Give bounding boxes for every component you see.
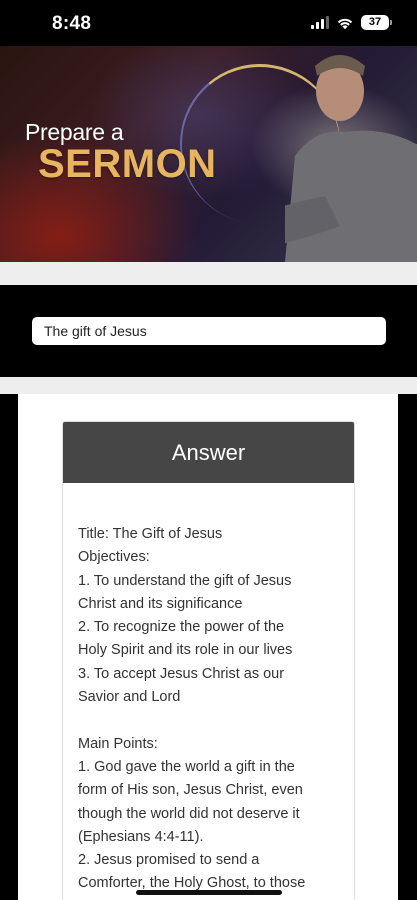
answer-line: though the world did not deserve it <box>78 805 300 822</box>
answer-line: Holy Spirit and its role in our lives <box>78 642 293 659</box>
status-icons: 37 <box>311 15 392 30</box>
answer-card: Answer Title: The Gift of Jesus Objectiv… <box>62 421 355 900</box>
speaker-silhouette <box>285 55 417 262</box>
status-time: 8:48 <box>52 13 92 34</box>
wifi-icon <box>337 18 353 29</box>
answer-line: form of His son, Jesus Christ, even <box>78 782 303 799</box>
answer-line: Christ and its significance <box>78 595 243 612</box>
answer-line: 1. To understand the gift of Jesus <box>78 572 292 589</box>
divider <box>0 262 417 285</box>
answer-line: Main Points: <box>78 735 158 752</box>
sermon-banner: Prepare a SERMON <box>0 46 417 262</box>
answer-section: Answer Title: The Gift of Jesus Objectiv… <box>18 394 398 900</box>
answer-spacer <box>78 709 339 732</box>
answer-line: 2. Jesus promised to send a <box>78 852 260 869</box>
answer-line: 1. God gave the world a gift in the <box>78 758 295 775</box>
status-bar: 8:48 37 <box>0 0 417 46</box>
topic-input-section <box>0 285 417 377</box>
answer-line: Savior and Lord <box>78 689 181 706</box>
answer-line: 2. To recognize the power of the <box>78 619 285 636</box>
answer-header: Answer <box>63 422 354 483</box>
answer-line: Objectives: <box>78 549 150 566</box>
answer-line: Title: The Gift of Jesus <box>78 526 223 542</box>
battery-icon: 37 <box>361 15 392 30</box>
home-indicator[interactable] <box>136 890 282 895</box>
cellular-signal-icon <box>311 16 329 29</box>
answer-body: Title: The Gift of Jesus Objectives: 1. … <box>63 483 354 896</box>
banner-title-line2: SERMON <box>38 142 217 186</box>
answer-line: (Ephesians 4:4-11). <box>78 828 204 845</box>
topic-input[interactable] <box>32 317 386 345</box>
answer-line: 3. To accept Jesus Christ as our <box>78 665 285 682</box>
divider <box>0 377 417 394</box>
